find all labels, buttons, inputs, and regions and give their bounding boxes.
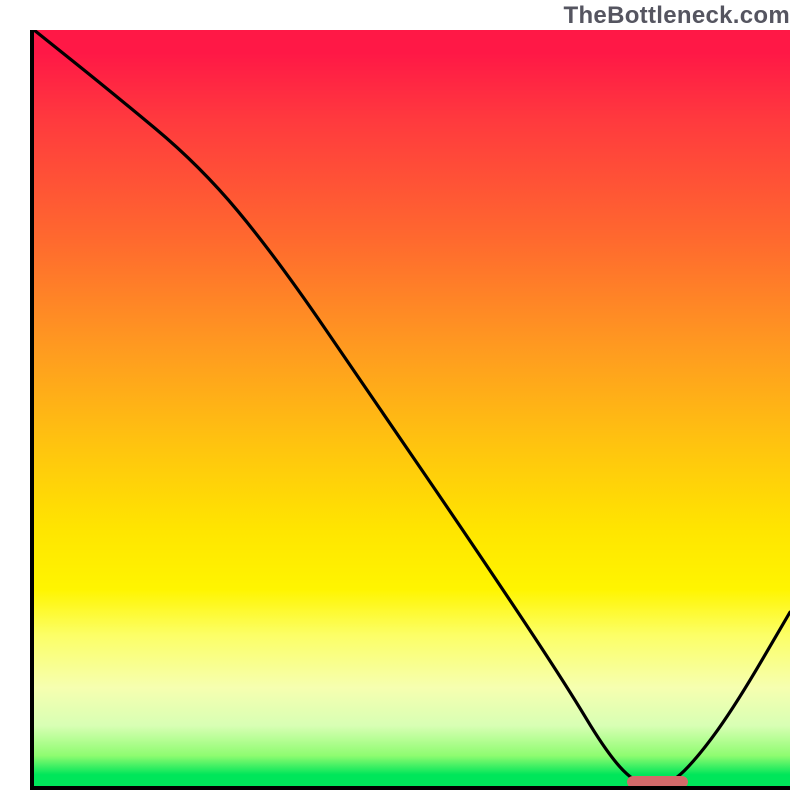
watermark-text: TheBottleneck.com [564, 2, 790, 30]
plot-area [30, 30, 790, 790]
bottleneck-curve [34, 30, 790, 786]
optimal-range-marker [627, 776, 688, 788]
chart-container: TheBottleneck.com [0, 0, 800, 800]
